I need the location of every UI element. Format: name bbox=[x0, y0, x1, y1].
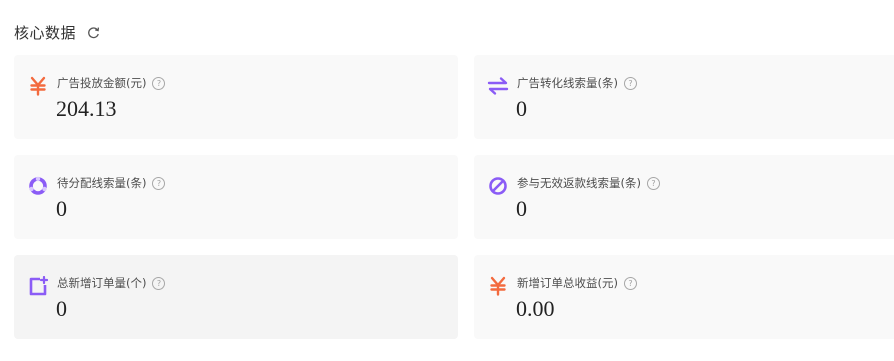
section-title: 核心数据 bbox=[14, 23, 77, 42]
metric-value: 0 bbox=[56, 296, 67, 321]
yuan-icon bbox=[487, 275, 509, 297]
metric-label-row: 广告转化线索量(条) ? bbox=[517, 74, 637, 92]
help-icon[interactable]: ? bbox=[623, 276, 637, 290]
metric-label-row: 新增订单总收益(元) ? bbox=[517, 274, 637, 292]
help-icon[interactable]: ? bbox=[152, 276, 166, 290]
metric-card-unassigned-leads: 待分配线索量(条) ? 0 bbox=[14, 155, 458, 239]
ring-icon bbox=[27, 175, 49, 197]
refresh-icon[interactable] bbox=[86, 25, 100, 39]
metric-label: 广告投放金额(元) bbox=[57, 76, 147, 90]
metric-value: 0 bbox=[56, 196, 67, 221]
metric-value: 0 bbox=[516, 96, 527, 121]
metric-label: 待分配线索量(条) bbox=[57, 176, 147, 190]
help-icon[interactable]: ? bbox=[152, 76, 166, 90]
metric-label-row: 参与无效返款线索量(条) ? bbox=[517, 174, 660, 192]
new-document-icon bbox=[27, 275, 49, 297]
metric-label: 广告转化线索量(条) bbox=[517, 76, 618, 90]
forbidden-icon bbox=[487, 175, 509, 197]
metric-card-ad-spend: 广告投放金额(元) ? 204.13 bbox=[14, 55, 458, 139]
metric-card-ad-leads: 广告转化线索量(条) ? 0 bbox=[474, 55, 894, 139]
metric-label: 总新增订单量(个) bbox=[57, 276, 147, 290]
metric-card-new-order-revenue: 新增订单总收益(元) ? 0.00 bbox=[474, 255, 894, 339]
metric-label-row: 总新增订单量(个) ? bbox=[57, 274, 166, 292]
yuan-icon bbox=[27, 75, 49, 97]
help-icon[interactable]: ? bbox=[623, 76, 637, 90]
exchange-arrows-icon bbox=[487, 75, 509, 97]
metric-card-new-orders: 总新增订单量(个) ? 0 bbox=[14, 255, 458, 339]
metric-value: 0.00 bbox=[516, 296, 555, 321]
metric-label: 新增订单总收益(元) bbox=[517, 276, 618, 290]
metric-value: 0 bbox=[516, 196, 527, 221]
help-icon[interactable]: ? bbox=[646, 176, 660, 190]
metric-label: 参与无效返款线索量(条) bbox=[517, 176, 641, 190]
metric-value: 204.13 bbox=[56, 96, 117, 121]
section-header: 核心数据 bbox=[14, 20, 100, 44]
metric-label-row: 待分配线索量(条) ? bbox=[57, 174, 166, 192]
metric-card-invalid-refund-leads: 参与无效返款线索量(条) ? 0 bbox=[474, 155, 894, 239]
help-icon[interactable]: ? bbox=[152, 176, 166, 190]
metric-label-row: 广告投放金额(元) ? bbox=[57, 74, 166, 92]
